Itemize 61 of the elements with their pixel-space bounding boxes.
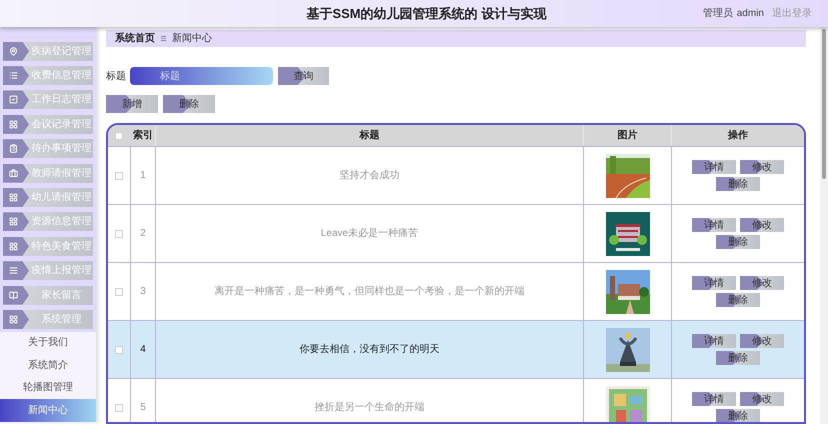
submenu-item[interactable]: 轮播图管理 (0, 376, 96, 400)
column-header: 标题 (360, 128, 380, 143)
table-cell-text: Leave未必是一种痛苦 (320, 226, 418, 241)
table-cell-text: 4 (140, 343, 146, 357)
list-icon (9, 266, 18, 276)
action-button[interactable]: 详情 (692, 160, 736, 174)
breadcrumb-link[interactable]: 新闻中心 (172, 31, 212, 46)
user-role: 管理员 (702, 7, 733, 21)
book-icon (9, 290, 18, 300)
column-header: 图片 (618, 128, 638, 143)
action-button[interactable]: 修改 (740, 334, 784, 348)
list-icon (9, 71, 18, 80)
table-cell-text: 挫折是另一个生命的开端 (314, 400, 424, 415)
column-header: 索引 (133, 128, 153, 143)
separator-icon (160, 35, 167, 42)
grid-icon (9, 314, 18, 324)
checkbox[interactable] (115, 346, 123, 354)
action-button[interactable]: 删除 (716, 351, 760, 365)
action-button[interactable]: 修改 (740, 276, 784, 290)
table-cell-text: 5 (140, 401, 146, 415)
grid-icon (9, 120, 18, 129)
username: admin (736, 7, 764, 21)
column-header: 操作 (728, 128, 748, 143)
grid-icon (9, 217, 18, 226)
breadcrumb-link[interactable]: 系统首页 (115, 31, 155, 46)
search-field[interactable]: 标题 (130, 67, 273, 85)
action-button[interactable]: 详情 (692, 392, 736, 406)
action-button[interactable]: 详情 (692, 334, 736, 348)
action-button[interactable]: 删除 (716, 177, 760, 191)
grid-icon (9, 193, 18, 202)
checkbox[interactable] (115, 404, 123, 412)
checkbox[interactable] (115, 230, 123, 238)
grid-icon (9, 242, 18, 251)
clipboard-icon (9, 144, 18, 154)
action-button[interactable]: 修改 (740, 160, 784, 174)
query-button[interactable]: 查询 (278, 67, 329, 85)
pin-icon (9, 46, 18, 56)
table-cell-text: 2 (140, 227, 146, 241)
search-label: 标题 (106, 70, 126, 84)
table-cell-text: 1 (140, 169, 146, 183)
checkbox[interactable] (115, 172, 123, 180)
table-cell-text: 你要去相信，没有到不了的明天 (300, 342, 440, 357)
toolbar-button[interactable]: 新增 (106, 95, 158, 113)
action-button[interactable]: 删除 (716, 235, 760, 249)
table-cell-text: 坚持才会成功 (340, 168, 400, 183)
briefcase-icon (9, 168, 18, 178)
submenu-item[interactable]: 关于我们 (0, 332, 96, 354)
checkbox[interactable] (115, 132, 123, 140)
checkbox[interactable] (115, 288, 123, 296)
action-button[interactable]: 修改 (740, 392, 784, 406)
action-button[interactable]: 修改 (740, 218, 784, 232)
action-button[interactable]: 删除 (716, 409, 760, 422)
action-button[interactable]: 详情 (692, 276, 736, 290)
action-button[interactable]: 详情 (692, 218, 736, 232)
table-cell-text: 3 (140, 285, 146, 299)
window-title: 基于SSM的幼儿园管理系统的 设计与实现 (306, 4, 546, 23)
checkbox-icon (9, 95, 18, 104)
table-cell-text: 离开是一种痛苦，是一种勇气，但同样也是一个考验，是一个新的开端 (214, 284, 524, 299)
toolbar-button[interactable]: 删除 (163, 95, 215, 113)
submenu-item[interactable]: 系统简介 (0, 354, 96, 377)
action-button[interactable]: 删除 (716, 293, 760, 307)
